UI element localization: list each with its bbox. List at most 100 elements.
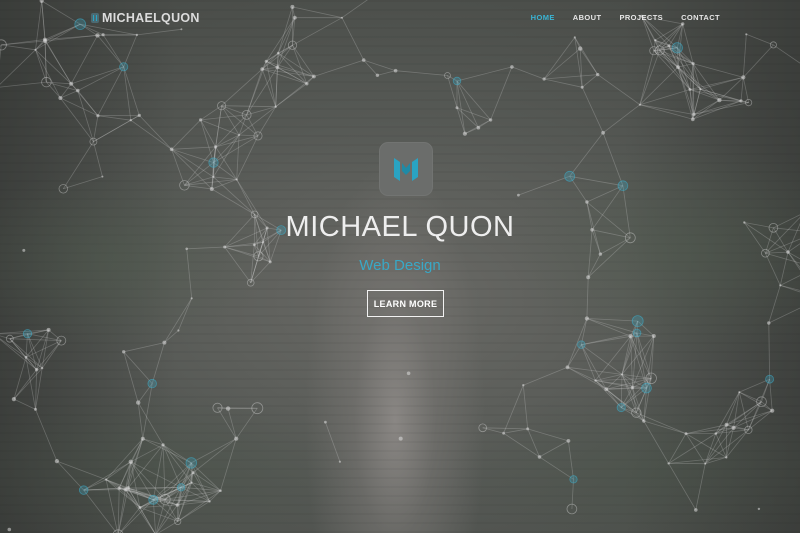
network-node: [631, 315, 644, 328]
network-link: [93, 141, 103, 177]
network-node: [621, 373, 623, 376]
network-node: [177, 483, 186, 492]
network-link: [527, 428, 569, 442]
network-node: [617, 180, 629, 192]
network-node: [692, 112, 696, 117]
network-node: [594, 379, 597, 382]
network-node: [119, 62, 129, 72]
network-link: [139, 507, 156, 533]
network-link: [685, 433, 727, 458]
network-link: [490, 66, 513, 121]
network-node: [175, 503, 180, 507]
network-node: [34, 48, 37, 51]
network-link: [746, 33, 774, 46]
network-node: [58, 96, 63, 100]
nav-item-home[interactable]: HOME: [531, 13, 555, 22]
network-node: [324, 420, 327, 424]
brand-logo-link[interactable]: MICHAELQUON: [91, 11, 200, 25]
network-node: [573, 36, 576, 39]
network-link: [171, 119, 201, 150]
network-node: [199, 118, 203, 122]
network-node: [34, 368, 39, 372]
network-node: [628, 334, 633, 339]
network-link: [544, 78, 583, 88]
network-node: [101, 33, 105, 37]
network-link: [186, 246, 225, 250]
network-link: [639, 50, 661, 105]
network-node: [502, 431, 505, 435]
network-link: [292, 17, 343, 46]
network-node: [565, 365, 570, 370]
network-link: [151, 342, 165, 384]
network-node: [76, 88, 80, 93]
network-link: [171, 148, 214, 178]
m-logo-icon: [91, 13, 99, 23]
network-link: [743, 44, 774, 78]
network-link: [41, 0, 81, 25]
network-link: [597, 74, 641, 106]
network-node: [136, 400, 141, 405]
network-link: [63, 176, 103, 190]
nav-item-about[interactable]: ABOUT: [573, 13, 602, 22]
network-node: [724, 422, 729, 427]
network-link: [277, 52, 315, 77]
network-node: [39, 0, 44, 3]
network-node: [276, 51, 280, 55]
network-link: [177, 490, 221, 522]
network-node: [148, 494, 159, 505]
network-node: [22, 248, 26, 252]
network-node: [208, 500, 211, 503]
network-link: [511, 66, 545, 80]
brand-name: MICHAELQUON: [102, 11, 200, 25]
network-node: [191, 471, 195, 475]
network-link: [0, 335, 10, 340]
network-link: [543, 37, 576, 80]
network-link: [60, 97, 99, 117]
network-node: [275, 65, 280, 70]
network-link: [0, 49, 36, 85]
network-link: [768, 322, 770, 380]
nav-item-projects[interactable]: PROJECTS: [619, 13, 663, 22]
network-node: [208, 157, 219, 168]
network-link: [200, 119, 216, 148]
network-node: [654, 39, 657, 42]
network-link: [162, 444, 166, 500]
network-node: [219, 489, 222, 493]
network-node: [305, 82, 309, 86]
network-link: [41, 0, 46, 42]
nav-item-contact[interactable]: CONTACT: [681, 13, 720, 22]
hero-section: MICHAELQUON HOME ABOUT PROJECTS CONTACT …: [0, 0, 800, 533]
network-node: [138, 506, 142, 509]
network-node: [651, 334, 656, 338]
network-node: [517, 193, 520, 197]
network-node: [717, 97, 722, 103]
network-node: [129, 119, 132, 122]
learn-more-button[interactable]: LEARN MORE: [367, 290, 444, 317]
network-node: [667, 44, 671, 48]
network-link: [602, 132, 624, 186]
network-node: [688, 88, 692, 91]
network-link: [539, 440, 569, 458]
network-link: [523, 366, 568, 386]
network-link: [780, 285, 800, 293]
network-node: [274, 105, 277, 108]
network-node: [569, 475, 578, 484]
network-link: [395, 70, 448, 76]
network-node: [676, 65, 680, 69]
network-node: [580, 85, 584, 89]
network-node: [46, 327, 51, 332]
network-link: [227, 408, 237, 439]
network-node: [632, 328, 642, 338]
network-node: [681, 22, 685, 26]
network-link: [773, 44, 800, 64]
network-node: [393, 68, 398, 73]
network-link: [102, 34, 125, 68]
network-link: [685, 433, 706, 464]
network-link: [742, 77, 749, 103]
network-link: [164, 298, 193, 343]
network-node: [765, 374, 774, 384]
network-node: [223, 245, 227, 249]
network-link: [503, 385, 524, 434]
network-link: [62, 141, 94, 190]
network-node: [738, 391, 741, 394]
